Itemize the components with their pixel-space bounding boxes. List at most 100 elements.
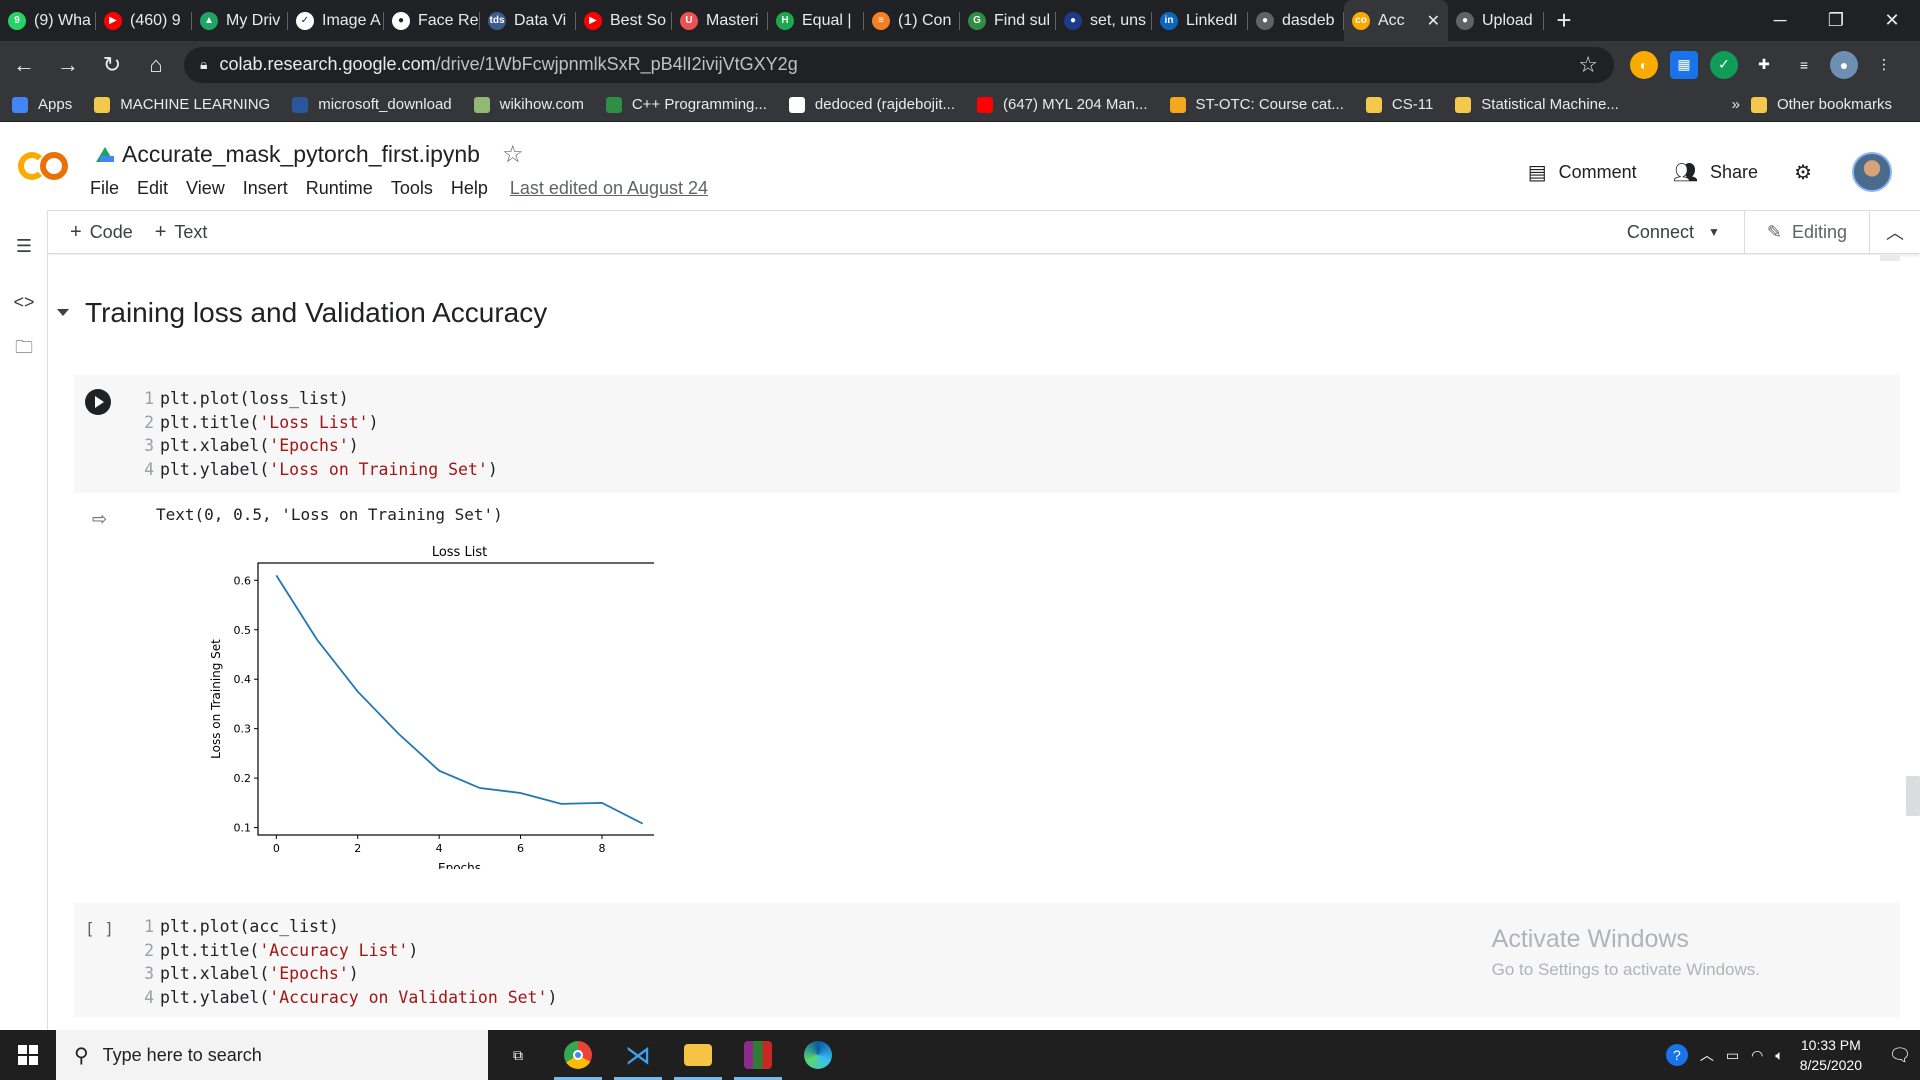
vscode-taskbar-icon[interactable]: ⋊ [608, 1030, 668, 1080]
profile-avatar[interactable]: ● [1830, 50, 1858, 79]
connect-button[interactable]: Connect ▼ [1627, 211, 1745, 253]
bookmark-item[interactable]: dedoced (rajdebojit... [788, 96, 955, 113]
run-cell-button[interactable] [85, 389, 111, 415]
collapse-header-icon[interactable]: ︿ [1870, 219, 1920, 245]
menu-runtime[interactable]: Runtime [306, 178, 373, 199]
browser-tab[interactable]: tds Data Vi [480, 0, 576, 41]
browser-tab-label: set, uns [1090, 11, 1147, 29]
bookmark-item[interactable]: wikihow.com [473, 96, 584, 113]
edge-taskbar-icon[interactable] [788, 1030, 848, 1080]
browser-tab[interactable]: ● Upload [1448, 0, 1544, 41]
close-tab-icon[interactable]: ✕ [1427, 11, 1440, 31]
menu-file[interactable]: File [90, 178, 119, 199]
output-action-icon[interactable]: ⇨ [92, 509, 110, 529]
other-bookmarks[interactable]: Other bookmarks [1750, 96, 1892, 113]
browser-tab[interactable]: ▲ My Driv [192, 0, 288, 41]
notebook-title[interactable]: Accurate_mask_pytorch_first.ipynb [122, 141, 480, 168]
start-button[interactable] [0, 1030, 56, 1080]
add-code-button[interactable]: + Code [70, 221, 133, 244]
battery-icon[interactable]: ▭ [1726, 1047, 1739, 1064]
reload-icon[interactable]: ↻ [92, 45, 132, 85]
help-icon[interactable]: ? [1665, 1044, 1688, 1066]
media-queue-icon[interactable]: ≡ [1790, 51, 1818, 79]
browser-tab[interactable]: in LinkedI [1152, 0, 1248, 41]
share-button[interactable]: 👥︎ Share [1673, 160, 1758, 185]
file-explorer-icon[interactable] [668, 1030, 728, 1080]
notifications-icon[interactable]: 🗨︎ [1880, 1030, 1920, 1080]
browser-tab[interactable]: G Find sul [960, 0, 1056, 41]
menu-edit[interactable]: Edit [137, 178, 168, 199]
bookmark-item[interactable]: CS-11 [1365, 96, 1433, 113]
taskbar-search-input[interactable]: ⚲ Type here to search [56, 1030, 488, 1080]
extension-icon[interactable]: ▦ [1670, 50, 1698, 79]
bookmark-item[interactable]: (647) MYL 204 Man... [977, 96, 1148, 113]
menu-tools[interactable]: Tools [391, 178, 433, 199]
code-cell[interactable]: 1 plt.plot(loss_list) 2 plt.title('Loss Lis… [74, 375, 1900, 493]
extension-icon[interactable]: ◐ [1630, 50, 1658, 79]
windows-taskbar: ⚲ Type here to search ⧉ ⋊ ? ︿ ▭ ◠ 🔈︎ 10:… [0, 1030, 1920, 1080]
colab-logo[interactable] [18, 146, 72, 186]
home-icon[interactable]: ⌂ [136, 45, 176, 85]
bookmark-label: Apps [38, 96, 73, 113]
url-input[interactable]: 🔒︎ colab.research.google.com/drive/1WbFc… [184, 46, 1614, 83]
browser-tab[interactable]: H Equal | [768, 0, 864, 41]
avatar[interactable] [1852, 152, 1892, 192]
menu-help[interactable]: Help [451, 178, 488, 199]
browser-tab[interactable]: ● set, uns [1056, 0, 1152, 41]
browser-tab[interactable]: 9 (9) Wha [0, 0, 96, 41]
winrar-icon[interactable] [728, 1030, 788, 1080]
browser-tab[interactable]: ▶ Best So [576, 0, 672, 41]
browser-tab[interactable]: co Acc ✕ [1344, 0, 1448, 41]
browser-tab[interactable]: ▶ (460) 9 [96, 0, 192, 41]
volume-icon[interactable]: 🔈︎ [1775, 1047, 1783, 1064]
task-view-icon[interactable]: ⧉ [488, 1030, 548, 1080]
menu-view[interactable]: View [186, 178, 225, 199]
cell-execution-count[interactable]: [ ] [85, 919, 114, 938]
comment-button[interactable]: ▤ Comment [1528, 160, 1637, 185]
back-arrow-icon[interactable]: ← [4, 45, 44, 85]
section-collapse-icon[interactable] [57, 309, 69, 316]
chevron-up-icon[interactable]: ︿ [1700, 1045, 1714, 1065]
bookmark-item[interactable]: ST-OTC: Course cat... [1169, 96, 1344, 113]
editing-mode-button[interactable]: ✎ Editing [1745, 211, 1870, 253]
browser-tab[interactable]: ✓ Image A [288, 0, 384, 41]
comment-label: Comment [1558, 161, 1637, 182]
bookmark-item[interactable]: MACHINE LEARNING [94, 96, 270, 113]
minimize-icon[interactable]: ─ [1752, 0, 1808, 41]
bookmarks-overflow-button[interactable]: » [1732, 96, 1740, 113]
restore-icon[interactable]: ❐ [1808, 0, 1864, 41]
menu-insert[interactable]: Insert [243, 178, 288, 199]
close-window-icon[interactable]: ✕ [1864, 0, 1920, 41]
browser-tab[interactable]: ● Face Re [384, 0, 480, 41]
more-vert-icon[interactable]: ⋮ [1870, 51, 1898, 79]
scrollbar-thumb[interactable] [1906, 776, 1920, 816]
new-tab-button[interactable]: + [1544, 0, 1584, 41]
wifi-icon[interactable]: ◠ [1751, 1047, 1763, 1064]
taskbar-clock[interactable]: 10:33 PM 8/25/2020 [1800, 1035, 1862, 1075]
code-editor[interactable]: 1 plt.plot(acc_list) 2 plt.title('Accuracy … [142, 915, 557, 1009]
bookmark-item[interactable]: Apps [12, 96, 72, 113]
code-snippets-icon[interactable]: <> [12, 290, 36, 314]
add-text-button[interactable]: + Text [155, 221, 208, 244]
browser-tab[interactable]: U Masteri [672, 0, 768, 41]
bookmark-star-icon[interactable]: ☆ [1578, 52, 1598, 78]
last-edited-link[interactable]: Last edited on August 24 [510, 178, 708, 199]
code-text: plt.title( [160, 940, 260, 960]
forward-arrow-icon[interactable]: → [48, 45, 88, 85]
browser-tab[interactable]: ● dasdeb [1248, 0, 1344, 41]
bookmark-item[interactable]: microsoft_download [292, 96, 452, 113]
code-editor[interactable]: 1 plt.plot(loss_list) 2 plt.title('Loss Lis… [142, 387, 498, 481]
shield-extension-icon[interactable]: ✓ [1710, 50, 1738, 79]
browser-tab[interactable]: ≡ (1) Con [864, 0, 960, 41]
bookmark-item[interactable]: Statistical Machine... [1455, 96, 1619, 113]
plot-area [257, 562, 662, 836]
files-folder-icon[interactable]: 🗀︎ [12, 337, 36, 362]
table-of-contents-icon[interactable]: ☰ [12, 234, 36, 258]
chrome-taskbar-icon[interactable] [548, 1030, 608, 1080]
star-icon[interactable]: ☆ [502, 140, 524, 169]
line-number: 2 [144, 412, 154, 432]
bookmark-item[interactable]: C++ Programming... [605, 96, 767, 113]
code-line: 2 plt.title('Loss List') [142, 411, 498, 435]
settings-button[interactable]: ⚙ [1794, 160, 1824, 185]
puzzle-icon[interactable]: ✚ [1750, 51, 1778, 79]
